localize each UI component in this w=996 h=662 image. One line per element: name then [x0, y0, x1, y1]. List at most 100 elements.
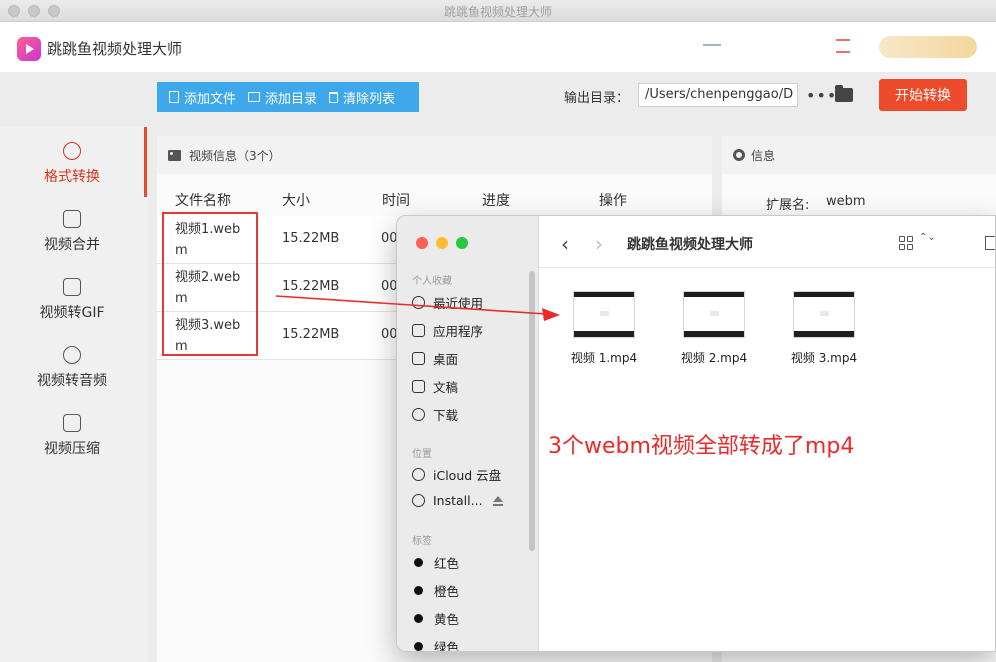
video-thumbnail: [683, 291, 745, 338]
sidebar-item-desktop[interactable]: 桌面: [412, 349, 458, 368]
list-view-icon[interactable]: [985, 236, 996, 250]
sidebar-item-label: 桌面: [433, 349, 458, 368]
finder-close-button[interactable]: [416, 237, 428, 249]
compress-icon: [63, 414, 81, 432]
grid-view-icon[interactable]: [899, 236, 913, 250]
sidebar-item-icloud[interactable]: iCloud 云盘: [412, 465, 501, 484]
back-button[interactable]: ‹: [561, 232, 569, 256]
gif-icon: [63, 278, 81, 296]
tags-section-label: 标签: [412, 532, 432, 547]
open-folder-icon[interactable]: [835, 88, 853, 102]
add-file-label: 添加文件: [184, 88, 236, 107]
file-name: 视频 1.mp4: [559, 349, 649, 366]
tag-orange[interactable]: 橙色: [412, 581, 459, 600]
clear-list-button[interactable]: 清除列表: [329, 88, 395, 107]
add-folder-button[interactable]: 添加目录: [248, 88, 317, 107]
tag-dot-icon: [414, 642, 423, 651]
favorites-section-label: 个人收藏: [412, 272, 452, 287]
file-name: 视频 2.mp4: [669, 349, 759, 366]
column-header-action: 操作: [599, 190, 627, 210]
sidebar-item-label: Install...: [433, 493, 483, 508]
menu-icon-line: [836, 51, 850, 53]
extension-value: webm: [826, 194, 866, 209]
vip-badge[interactable]: [879, 36, 977, 58]
swap-icon: [63, 142, 81, 160]
desktop-icon: [412, 352, 425, 365]
clock-icon: [412, 296, 425, 309]
window-titlebar: 跳跳鱼视频处理大师: [0, 0, 996, 22]
highlight-box: [162, 212, 258, 356]
eject-icon[interactable]: [493, 496, 503, 502]
trash-icon: [329, 92, 338, 103]
file-size-cell: 15.22MB: [282, 327, 339, 342]
tag-label: 红色: [434, 553, 459, 572]
tag-dot-icon: [414, 586, 423, 595]
sidebar: [0, 127, 147, 662]
video-info-header: 视频信息（3个）: [157, 136, 712, 174]
sidebar-item-label: 格式转换: [0, 166, 144, 186]
menu-icon[interactable]: [836, 39, 850, 41]
tag-dot-icon: [414, 614, 423, 623]
disk-icon: [412, 494, 425, 507]
locations-section-label: 位置: [412, 445, 432, 460]
file-item-mp4[interactable]: 视频 1.mp4: [559, 291, 649, 366]
sidebar-item-video-to-audio[interactable]: 视频转音频: [0, 346, 144, 390]
sidebar-item-video-compress[interactable]: 视频压缩: [0, 414, 144, 458]
more-options-icon[interactable]: •••: [806, 86, 837, 105]
sidebar-item-video-merge[interactable]: 视频合并: [0, 210, 144, 254]
sidebar-item-label: 视频转GIF: [0, 302, 144, 322]
tag-green[interactable]: 绿色: [412, 637, 459, 652]
file-name: 视频 3.mp4: [779, 349, 869, 366]
finder-toolbar: ‹ › 跳跳鱼视频处理大师 ⌃⌄: [539, 216, 996, 268]
finder-zoom-button[interactable]: [456, 237, 468, 249]
app-logo-icon: [17, 37, 41, 61]
image-icon: [168, 150, 181, 161]
tag-red[interactable]: 红色: [412, 553, 459, 572]
applications-icon: [412, 324, 425, 337]
tag-yellow[interactable]: 黄色: [412, 609, 459, 628]
finder-sidebar: 个人收藏 最近使用 应用程序 桌面 文稿 下载 位置 iCloud 云盘 Ins…: [397, 216, 539, 652]
clear-list-label: 清除列表: [343, 88, 395, 107]
sidebar-item-recents[interactable]: 最近使用: [412, 293, 483, 312]
file-item-mp4[interactable]: 视频 3.mp4: [779, 291, 869, 366]
sidebar-item-documents[interactable]: 文稿: [412, 377, 458, 396]
column-header-name: 文件名称: [175, 190, 231, 210]
finder-minimize-button[interactable]: [436, 237, 448, 249]
tag-dot-icon: [414, 558, 423, 567]
header-decoration: [703, 44, 721, 46]
window-title: 跳跳鱼视频处理大师: [0, 3, 996, 20]
sidebar-scrollbar[interactable]: [529, 271, 535, 551]
finder-title: 跳跳鱼视频处理大师: [627, 234, 753, 254]
add-folder-label: 添加目录: [265, 88, 317, 107]
add-file-button[interactable]: 添加文件: [169, 88, 236, 107]
output-dir-label: 输出目录：: [564, 87, 629, 106]
sidebar-item-label: 文稿: [433, 377, 458, 396]
file-size-cell: 15.22MB: [282, 279, 339, 294]
sidebar-item-applications[interactable]: 应用程序: [412, 321, 483, 340]
finder-window-controls: [416, 237, 468, 249]
sidebar-item-label: 最近使用: [433, 293, 483, 312]
sort-chevron-icon[interactable]: ⌃⌄: [919, 234, 936, 242]
tag-label: 黄色: [434, 609, 459, 628]
output-dir-input[interactable]: /Users/chenpenggao/D: [638, 83, 798, 107]
sidebar-item-downloads[interactable]: 下载: [412, 405, 458, 424]
file-item-mp4[interactable]: 视频 2.mp4: [669, 291, 759, 366]
sidebar-item-install[interactable]: Install...: [412, 493, 483, 508]
audio-icon: [63, 346, 81, 364]
column-header-size: 大小: [282, 190, 310, 210]
download-icon: [412, 408, 425, 421]
info-panel-header: 信息: [722, 136, 996, 174]
tag-label: 绿色: [434, 637, 459, 652]
forward-button[interactable]: ›: [595, 232, 603, 256]
start-convert-button[interactable]: 开始转换: [879, 79, 967, 111]
app-name: 跳跳鱼视频处理大师: [47, 38, 182, 59]
column-header-time: 时间: [382, 190, 410, 210]
video-info-title: 视频信息（3个）: [189, 147, 281, 164]
sidebar-item-video-to-gif[interactable]: 视频转GIF: [0, 278, 144, 322]
sidebar-item-format-convert[interactable]: 格式转换: [0, 142, 144, 186]
extension-label: 扩展名:: [766, 194, 809, 213]
file-size-cell: 15.22MB: [282, 231, 339, 246]
sidebar-active-indicator: [144, 127, 147, 197]
cloud-icon: [412, 468, 425, 481]
sidebar-item-label: 视频转音频: [0, 370, 144, 390]
